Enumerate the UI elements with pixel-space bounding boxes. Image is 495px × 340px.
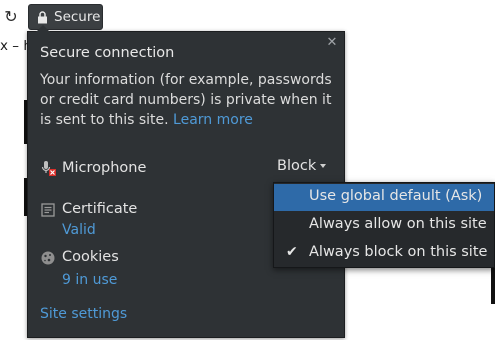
cookies-in-use-link[interactable]: 9 in use	[62, 272, 117, 288]
certificate-icon	[41, 203, 55, 217]
learn-more-link[interactable]: Learn more	[173, 112, 253, 128]
menu-item-always-block[interactable]: ✔ Always block on this site	[274, 240, 494, 267]
chevron-down-icon	[320, 164, 327, 168]
menu-item-global-default[interactable]: Use global default (Ask)	[274, 184, 494, 211]
popup-title: Secure connection	[40, 45, 175, 61]
reload-icon[interactable]: ↻	[2, 8, 20, 26]
microphone-blocked-icon	[41, 161, 56, 176]
browser-toolbar: ↻ Secure	[0, 0, 495, 34]
site-security-label: Secure	[54, 9, 101, 25]
site-settings-link[interactable]: Site settings	[40, 306, 127, 322]
microphone-permission-value: Block	[277, 158, 317, 174]
menu-item-label: Always block on this site	[309, 244, 488, 260]
microphone-permission-select[interactable]: Block	[277, 158, 327, 180]
menu-item-always-allow[interactable]: Always allow on this site	[274, 212, 494, 239]
menu-item-label: Use global default (Ask)	[309, 188, 483, 204]
checkmark-icon: ✔	[286, 244, 298, 260]
microphone-permission-menu: Use global default (Ask) Always allow on…	[273, 182, 495, 268]
menu-item-label: Always allow on this site	[309, 216, 487, 232]
popup-arrow	[36, 25, 50, 32]
close-icon[interactable]: ✕	[325, 36, 339, 50]
microphone-label: Microphone	[62, 160, 147, 176]
certificate-valid-link[interactable]: Valid	[62, 222, 96, 238]
lock-icon	[38, 11, 47, 24]
certificate-label: Certificate	[62, 201, 138, 217]
cookies-label: Cookies	[62, 249, 119, 265]
security-info-text: Your information (for example, passwords…	[40, 70, 340, 130]
cookie-icon	[41, 251, 55, 265]
